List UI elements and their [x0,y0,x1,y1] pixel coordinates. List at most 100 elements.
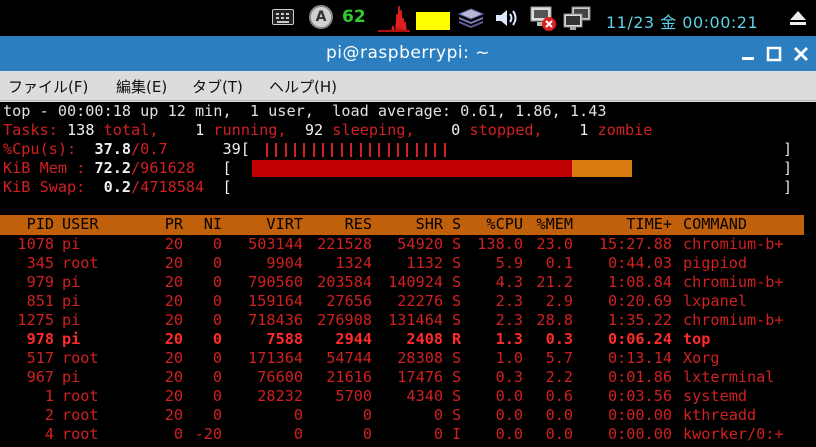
cpu-meter-tick [340,143,343,157]
cpu-meter-tick [424,143,427,157]
cell-command: chromium-b+ [683,311,784,329]
volume-icon[interactable] [494,7,520,29]
process-row: 967 pi 20 0 76600 21616 17476 S 0.3 2.2 0:01.86 lxt… [0,368,804,387]
cell-ni: 0 [212,235,222,253]
eject-icon[interactable] [789,10,807,26]
cell-state: S [452,254,462,272]
cell-res: 276908 [317,311,372,329]
cell-pr: 20 [164,292,183,310]
top-summary-line: top - 00:00:18 up 12 min, 1 user, load a… [3,102,607,120]
cell-pid: 851 [26,292,54,310]
cell-time: 0:03.56 [607,387,672,405]
header-mem: %MEM [536,215,573,233]
cell-virt: 0 [293,425,303,443]
header-pid: PID [26,215,54,233]
keyboard-icon[interactable] [272,9,294,25]
terminal-window: pi@raspberrypi: ~ ファイル(F) 編集(E) タブ(T) ヘル… [0,36,816,447]
windows-stack-icon[interactable] [458,8,484,28]
maximize-icon[interactable] [763,43,785,65]
cell-res: 0 [362,425,372,443]
cell-pid: 1275 [17,311,54,329]
cell-virt: 503144 [248,235,303,253]
process-row: 1078 pi 20 0 503144 221528 54920 S 138.0 23.0 15:2… [0,235,804,254]
menu-file[interactable]: ファイル(F) [8,76,88,97]
cpu-us: 37.8 [94,140,132,158]
cpu-meter-tick [368,143,371,157]
header-virt: VIRT [266,215,303,233]
cell-cpu: 5.9 [495,254,523,272]
minimize-icon[interactable] [737,43,759,65]
mem-used: 72.2 [94,159,132,177]
cell-user: root [62,425,99,443]
cell-pr: 20 [164,387,183,405]
cell-mem: 0.1 [545,254,573,272]
menu-edit[interactable]: 編集(E) [116,76,167,97]
cell-command: Xorg [683,349,720,367]
header-command: COMMAND [683,215,748,233]
cpu-meter-tick [434,143,437,157]
cpu-sy: /0.7 [131,140,168,158]
terminal-scrollbar[interactable] [805,102,816,447]
cell-mem: 2.9 [545,292,573,310]
cell-command: lxpanel [683,292,748,310]
cpu-meter-tick [275,143,278,157]
tasks-label: Tasks: [3,121,58,139]
cpu-usage-graph[interactable] [378,4,410,32]
cell-state: S [452,311,462,329]
cell-shr: 17476 [397,368,443,386]
cell-res: 27656 [326,292,372,310]
memory-usage-graph[interactable] [416,12,450,30]
cell-shr: 1132 [406,254,443,272]
close-icon[interactable] [790,43,812,65]
tasks-total: 138 [67,121,95,139]
header-res: RES [344,215,372,233]
process-row: 978 pi 20 0 7588 2944 2408 R 1.3 0.3 0:06.24 top [0,330,804,349]
header-time: TIME+ [626,215,672,233]
menu-tabs[interactable]: タブ(T) [192,76,243,97]
titlebar[interactable]: pi@raspberrypi: ~ [0,36,816,71]
cell-pr: 20 [164,254,183,272]
network-disconnected-icon[interactable] [528,4,558,32]
cell-cpu: 0.0 [495,387,523,405]
menu-help[interactable]: ヘルプ(H) [269,76,337,97]
cell-shr: 28308 [397,349,443,367]
cell-res: 21616 [326,368,372,386]
cell-res: 203584 [317,273,372,291]
cell-time: 0:06.24 [607,330,672,348]
cell-cpu: 0.3 [495,368,523,386]
cell-command: chromium-b+ [683,235,784,253]
cpu-meter-tick [359,143,362,157]
clock[interactable]: 11/23 金 00:00:21 [606,9,758,33]
cell-pid: 517 [26,349,54,367]
process-row: 851 pi 20 0 159164 27656 22276 S 2.3 2.9 0:20.69 lx… [0,292,804,311]
cell-pid: 1078 [17,235,54,253]
mem-line: KiB Mem : 72.2/961628 [ [3,159,232,177]
cell-user: pi [62,273,81,291]
cell-command: top [683,330,711,348]
swap-used: 0.2 [103,178,132,196]
cell-state: I [452,425,462,443]
cell-shr: 0 [433,406,443,424]
cpu-meter-tick [378,143,381,157]
cell-user: pi [62,292,81,310]
cell-user: root [62,387,99,405]
cell-virt: 0 [293,406,303,424]
cell-mem: 0.0 [545,406,573,424]
cpu-meter-tick [284,143,287,157]
monitors-icon[interactable] [562,5,592,31]
swap-line: KiB Swap: 0.2/4718584 [ [3,178,232,196]
cell-cpu: 4.3 [495,273,523,291]
cell-shr: 0 [433,425,443,443]
cpu-freq-icon[interactable]: A [309,5,333,29]
cell-user: pi [62,368,81,386]
tasks-sleeping: 92 [304,121,324,139]
cell-command: kworker/0:+ [683,425,784,443]
cell-res: 5700 [335,387,372,405]
cell-res: 2944 [335,330,372,348]
tasks-running-label: running, [213,121,287,139]
terminal-output[interactable]: top - 00:00:18 up 12 min, 1 user, load a… [0,102,816,447]
temperature-readout[interactable]: 62 [342,7,366,27]
cell-virt: 159164 [248,292,303,310]
mem-total: /961628 [131,159,196,177]
cell-cpu: 0.0 [495,425,523,443]
